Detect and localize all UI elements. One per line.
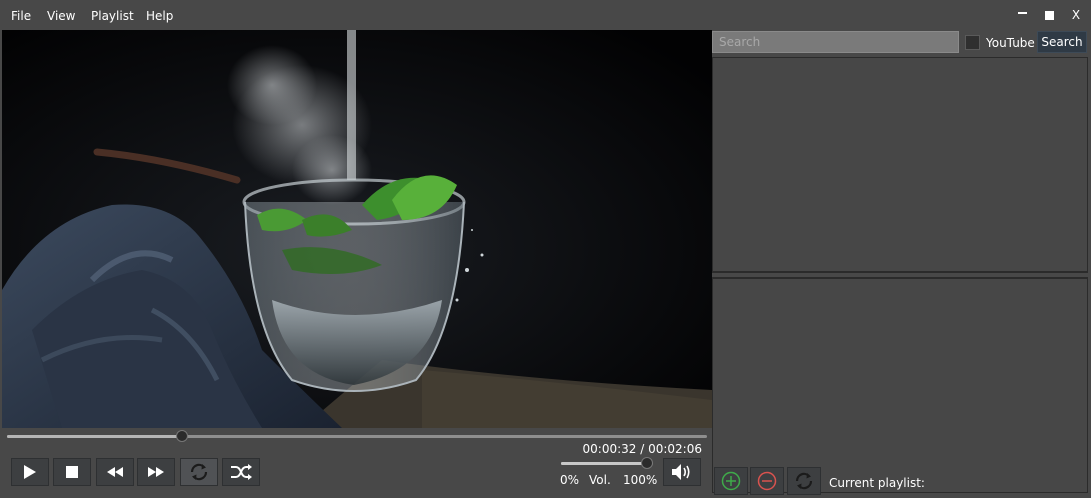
volume-min-label: 0% <box>560 473 580 487</box>
refresh-icon <box>795 472 813 490</box>
seek-handle[interactable] <box>176 430 188 442</box>
search-input[interactable] <box>712 31 959 53</box>
youtube-checkbox[interactable] <box>965 35 980 50</box>
speaker-icon <box>672 464 690 480</box>
mute-button[interactable] <box>663 458 701 486</box>
playlist-list[interactable] <box>712 277 1088 493</box>
play-button[interactable] <box>11 458 49 486</box>
maximize-button[interactable] <box>1037 5 1061 25</box>
maximize-icon <box>1044 10 1054 20</box>
shuffle-button[interactable] <box>222 458 260 486</box>
fast-forward-icon <box>148 467 164 477</box>
search-results-list[interactable] <box>712 57 1088 273</box>
video-display[interactable] <box>2 30 712 428</box>
remove-from-playlist-button[interactable] <box>750 467 784 495</box>
volume-handle[interactable] <box>641 457 653 469</box>
play-icon <box>24 465 36 479</box>
video-frame-image <box>2 30 712 428</box>
menu-bar: File View Playlist Help X <box>0 0 1091 30</box>
youtube-label: YouTube <box>986 36 1035 50</box>
rewind-icon <box>107 467 123 477</box>
stop-button[interactable] <box>53 458 91 486</box>
volume-label: Vol. <box>589 473 611 487</box>
volume-fill <box>561 462 647 465</box>
volume-slider[interactable] <box>561 457 653 469</box>
search-button[interactable]: Search <box>1037 31 1087 53</box>
repeat-button[interactable] <box>180 458 218 486</box>
menu-view[interactable]: View <box>47 9 75 23</box>
seek-slider[interactable] <box>7 430 707 442</box>
minimize-icon <box>1017 12 1027 14</box>
rewind-button[interactable] <box>96 458 134 486</box>
seek-progress-fill <box>7 435 182 438</box>
menu-file[interactable]: File <box>11 9 31 23</box>
menu-playlist[interactable]: Playlist <box>91 9 134 23</box>
repeat-icon <box>190 463 208 481</box>
add-icon <box>721 471 741 491</box>
volume-max-label: 100% <box>623 473 658 487</box>
remove-icon <box>757 471 777 491</box>
media-player-window: File View Playlist Help X 00:00:32 / 00:… <box>0 0 1091 498</box>
current-playlist-label: Current playlist: <box>829 476 925 490</box>
shuffle-icon <box>231 464 252 480</box>
time-display: 00:00:32 / 00:02:06 <box>582 442 702 456</box>
close-icon: X <box>1071 8 1081 22</box>
close-button[interactable]: X <box>1064 5 1088 25</box>
fast-forward-button[interactable] <box>137 458 175 486</box>
minimize-button[interactable] <box>1010 5 1034 25</box>
refresh-playlist-button[interactable] <box>787 467 821 495</box>
stop-icon <box>66 466 78 478</box>
menu-help[interactable]: Help <box>146 9 173 23</box>
add-to-playlist-button[interactable] <box>714 467 748 495</box>
